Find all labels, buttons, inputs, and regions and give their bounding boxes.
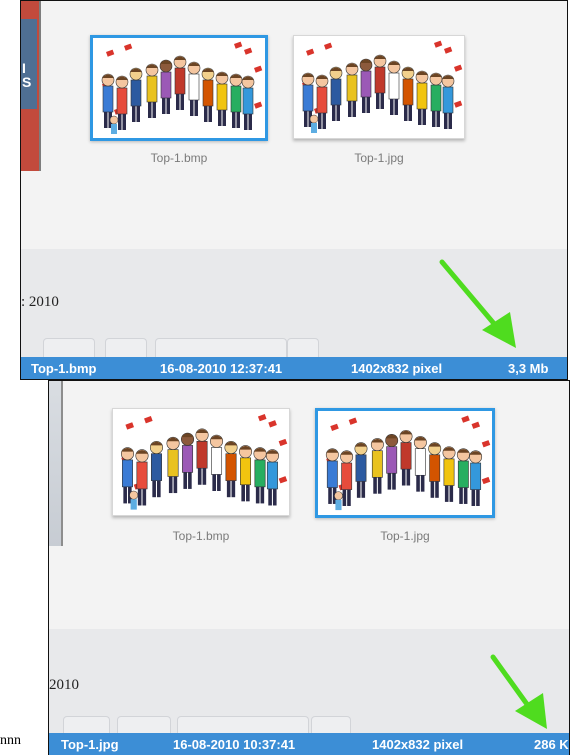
- file-browser-top: IS Top-1.bmp Top-1.jpg : 2010 Top-1.bmp …: [20, 0, 568, 380]
- green-arrow-icon: [439, 259, 516, 348]
- thumbnail-top-1-jpg[interactable]: [315, 408, 495, 518]
- margin-text: nnn: [0, 733, 21, 748]
- status-filename: Top-1.bmp: [31, 361, 97, 376]
- partial-thumbnail-edge[interactable]: IS: [21, 1, 41, 171]
- family-illustration: [294, 37, 464, 137]
- date-text: : 2010: [21, 294, 59, 310]
- file-browser-bottom: Top-1.bmp Top-1.jpg 2010 Top-1.jpg 16-08…: [48, 380, 570, 755]
- family-illustration: [113, 410, 289, 514]
- green-arrow-icon: [490, 654, 547, 729]
- status-dimensions: 1402x832 pixel: [351, 361, 443, 376]
- toolbar-tab[interactable]: [287, 338, 319, 359]
- status-datetime: 16-08-2010 12:37:41: [160, 361, 283, 376]
- thumbnail-area: IS Top-1.bmp Top-1.jpg: [21, 1, 567, 249]
- toolbar-tab[interactable]: [105, 338, 147, 359]
- family-illustration: [94, 38, 264, 138]
- status-datetime: 16-08-2010 10:37:41: [173, 737, 296, 752]
- status-dimensions: 1402x832 pixel: [372, 737, 464, 752]
- thumbnail-top-1-jpg[interactable]: [293, 35, 465, 139]
- thumbnail-caption: Top-1.jpg: [354, 151, 404, 165]
- status-bar: Top-1.bmp 16-08-2010 12:37:41 1402x832 p…: [21, 357, 567, 379]
- thumbnail-top-1-bmp[interactable]: [112, 408, 290, 516]
- thumbnail-caption: Top-1.bmp: [172, 529, 230, 543]
- thumbnail-caption: Top-1.jpg: [380, 529, 430, 543]
- thumbnail-top-1-bmp[interactable]: [90, 35, 268, 141]
- partial-thumbnail-edge[interactable]: [49, 381, 63, 546]
- toolbar-tab[interactable]: [43, 338, 95, 359]
- thumbnail-area: Top-1.bmp Top-1.jpg: [49, 381, 569, 629]
- toolbar-tab[interactable]: [155, 338, 287, 359]
- family-illustration: [318, 411, 492, 515]
- status-filename: Top-1.jpg: [61, 737, 119, 752]
- status-filesize: 286 K: [534, 737, 569, 752]
- date-text: 2010: [49, 677, 79, 693]
- status-filesize: 3,3 Mb: [508, 361, 549, 376]
- status-bar: Top-1.jpg 16-08-2010 10:37:41 1402x832 p…: [49, 733, 569, 755]
- thumbnail-caption: Top-1.bmp: [150, 151, 208, 165]
